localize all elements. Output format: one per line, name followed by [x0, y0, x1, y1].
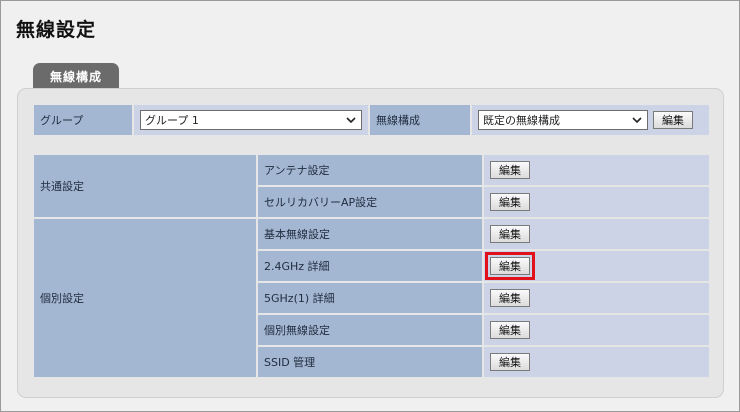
item-action-cell: 編集 [484, 315, 709, 345]
settings-table: 共通設定 アンテナ設定 編集 セルリカバリーAP設定 編集 個別設定 基本無線設… [32, 153, 711, 379]
config-select-cell: 既定の無線構成 編集 [472, 105, 709, 135]
chevron-down-icon [632, 117, 642, 124]
5ghz-edit-button[interactable]: 編集 [490, 289, 530, 307]
group-table: グループ グループ 1 無線構成 既定の無線構成 編集 [32, 103, 711, 137]
settings-panel: グループ グループ 1 無線構成 既定の無線構成 編集 共通設定 アンテナ設定 … [17, 88, 724, 398]
config-edit-button[interactable]: 編集 [653, 111, 693, 129]
item-label: セルリカバリーAP設定 [258, 187, 482, 217]
group-select[interactable]: グループ 1 [140, 110, 362, 130]
cell-recovery-edit-button[interactable]: 編集 [490, 193, 530, 211]
item-label: 2.4GHz 詳細 [258, 251, 482, 281]
item-label: SSID 管理 [258, 347, 482, 377]
chevron-down-icon [346, 117, 356, 124]
ssid-edit-button[interactable]: 編集 [490, 353, 530, 371]
group-row: グループ グループ 1 無線構成 既定の無線構成 編集 [34, 105, 709, 135]
page-title: 無線設定 [16, 19, 97, 41]
item-action-cell: 編集 [484, 187, 709, 217]
table-row: 共通設定 アンテナ設定 編集 [34, 155, 709, 217]
item-action-cell: 編集 [484, 283, 709, 313]
item-action-cell: 編集 [484, 347, 709, 377]
item-action-cell: 編集 [484, 219, 709, 249]
section-label-individual: 個別設定 [34, 219, 256, 377]
item-label: アンテナ設定 [258, 155, 482, 185]
config-select-value: 既定の無線構成 [483, 114, 560, 127]
group-label: グループ [34, 105, 132, 135]
item-label: 基本無線設定 [258, 219, 482, 249]
item-label: 5GHz(1) 詳細 [258, 283, 482, 313]
basic-wireless-edit-button[interactable]: 編集 [490, 225, 530, 243]
item-action-cell: 編集 [484, 155, 709, 185]
section-label-common: 共通設定 [34, 155, 256, 217]
config-select[interactable]: 既定の無線構成 [478, 110, 648, 130]
config-label: 無線構成 [370, 105, 470, 135]
tab-wireless-config[interactable]: 無線構成 [33, 63, 119, 89]
table-row: 個別設定 基本無線設定 編集 [34, 219, 709, 377]
item-label: 個別無線設定 [258, 315, 482, 345]
config-controls: 既定の無線構成 編集 [478, 110, 703, 130]
group-select-cell: グループ 1 [134, 105, 368, 135]
2-4ghz-edit-button[interactable]: 編集 [485, 252, 535, 280]
group-select-value: グループ 1 [145, 114, 199, 127]
individual-wireless-edit-button[interactable]: 編集 [490, 321, 530, 339]
item-action-cell: 編集 [484, 251, 709, 281]
antenna-edit-button[interactable]: 編集 [490, 161, 530, 179]
panel-content: グループ グループ 1 無線構成 既定の無線構成 編集 共通設定 アンテナ設定 … [32, 103, 711, 379]
